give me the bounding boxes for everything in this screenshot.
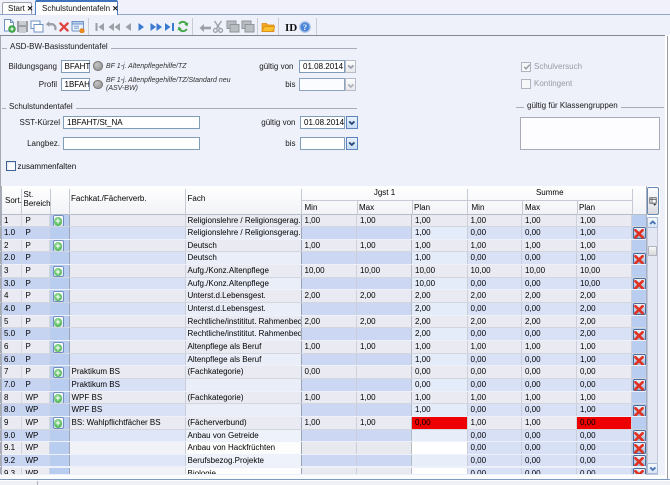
svg-text:?: ? <box>303 22 307 32</box>
